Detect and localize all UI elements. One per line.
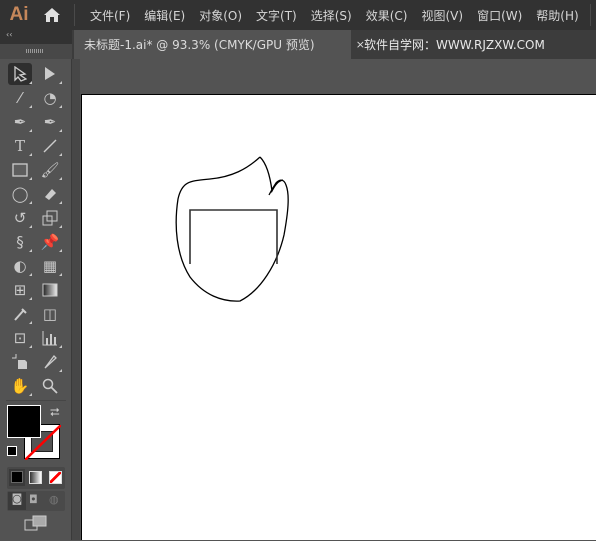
hand-tool[interactable]: ✋: [8, 375, 32, 397]
paintbrush-tool[interactable]: 🖌: [38, 159, 62, 181]
divider: [589, 4, 591, 26]
menu-file[interactable]: 文件(F): [83, 7, 137, 24]
fill-swatch[interactable]: [7, 405, 41, 438]
menu-type[interactable]: 文字(T): [249, 7, 304, 24]
line-icon: [43, 139, 57, 153]
divider: [74, 4, 75, 26]
document-tab-bar: 未标题-1.ai* @ 93.3% (CMYK/GPU 预览) × 软件自学网：…: [72, 30, 596, 59]
magic-wand-icon: ⁄: [18, 89, 22, 107]
menu-window[interactable]: 窗口(W): [470, 7, 529, 24]
lasso-icon: ◔: [43, 89, 57, 107]
pen-tool[interactable]: ✒: [8, 111, 32, 133]
menu-select[interactable]: 选择(S): [304, 7, 359, 24]
toolbar-grip[interactable]: [0, 44, 72, 59]
menu-bar: Ai 文件(F) 编辑(E) 对象(O) 文字(T) 选择(S) 效果(C) 视…: [0, 0, 596, 30]
swap-fill-stroke-icon[interactable]: ⮂: [50, 405, 60, 420]
shaper-tool[interactable]: ◯: [8, 183, 32, 205]
divider: [6, 400, 66, 401]
tab-document[interactable]: 未标题-1.ai* @ 93.3% (CMYK/GPU 预览) ×: [74, 30, 365, 59]
pushpin-icon: 📌: [40, 233, 60, 251]
column-graph-icon: [42, 331, 57, 346]
face-outline[interactable]: [175, 156, 289, 302]
warp-icon: §: [16, 233, 24, 251]
lasso-tool[interactable]: ◔: [38, 87, 62, 109]
direct-selection-arrow-icon: [45, 67, 55, 80]
hair-bracket[interactable]: [189, 209, 278, 264]
screen-mode-icon: [24, 515, 47, 531]
perspective-grid-icon: ▦: [42, 257, 58, 275]
default-fill-stroke-icon[interactable]: [7, 446, 17, 456]
blend-tool[interactable]: ◫: [38, 303, 62, 325]
column-graph-tool[interactable]: [38, 327, 62, 349]
scale-tool[interactable]: [38, 207, 62, 229]
home-button[interactable]: [38, 0, 66, 30]
eyedropper-icon: [14, 308, 27, 321]
blend-icon: ◫: [42, 305, 58, 323]
perspective-grid-tool[interactable]: ▦: [38, 255, 62, 277]
menu-view[interactable]: 视图(V): [414, 7, 470, 24]
mesh-tool[interactable]: ⊞: [8, 279, 32, 301]
direct-selection-tool[interactable]: [38, 63, 62, 85]
menu-edit[interactable]: 编辑(E): [137, 7, 192, 24]
zoom-tool[interactable]: [38, 375, 62, 397]
none-mode-button[interactable]: [49, 471, 62, 484]
draw-normal-button[interactable]: ◙: [8, 492, 26, 510]
grip-handle[interactable]: [26, 49, 44, 53]
curvature-pen-icon: ✒: [43, 113, 57, 131]
artboard-icon: [12, 354, 27, 369]
gradient-tool[interactable]: [38, 279, 62, 301]
gradient-mode-button[interactable]: [29, 471, 42, 484]
tab-watermark-label: 软件自学网：WWW.RJZXW.COM: [364, 38, 545, 52]
shape-builder-icon: ◐: [13, 257, 27, 275]
pen-icon: ✒: [13, 113, 27, 131]
artboard[interactable]: [81, 94, 596, 540]
scale-icon: [42, 210, 58, 226]
drawing: [164, 156, 290, 306]
change-screen-mode-button[interactable]: [24, 515, 48, 535]
rectangle-tool[interactable]: [8, 159, 32, 181]
type-icon: T: [14, 137, 25, 155]
tools-panel: ⁄ ◔ ✒ ✒ T 🖌 ◯ ↺ § 📌 ◐ ▦ ⊞ ◫ ⊡ ✋ ⮂ ◙ ◘ ◍: [0, 59, 72, 540]
draw-inside-button[interactable]: ◍: [49, 493, 59, 506]
slice-tool[interactable]: [38, 351, 62, 373]
tab-document-label: 未标题-1.ai* @ 93.3% (CMYK/GPU 预览): [84, 38, 315, 52]
mesh-icon: ⊞: [13, 281, 27, 299]
symbol-sprayer-icon: ⊡: [13, 329, 27, 347]
menu-object[interactable]: 对象(O): [192, 7, 249, 24]
eraser-tool[interactable]: [38, 183, 62, 205]
magnifier-icon: [42, 378, 58, 394]
menu-effect[interactable]: 效果(C): [359, 7, 415, 24]
rotate-tool[interactable]: ↺: [8, 207, 32, 229]
draw-behind-button[interactable]: ◘: [29, 493, 38, 506]
line-segment-tool[interactable]: [38, 135, 62, 157]
head-outline-path[interactable]: [164, 157, 290, 306]
slice-icon: [44, 355, 57, 369]
panel-border: [72, 30, 80, 540]
color-icon: [11, 471, 23, 483]
selection-tool[interactable]: [8, 63, 32, 85]
artboard-tool[interactable]: [8, 351, 32, 373]
shape-builder-tool[interactable]: ◐: [8, 255, 32, 277]
eraser-icon: [45, 189, 56, 200]
type-tool[interactable]: T: [8, 135, 32, 157]
toolbar-collapse-button[interactable]: ‹‹: [0, 30, 72, 44]
color-mode-button[interactable]: [9, 469, 25, 486]
rotate-icon: ↺: [13, 209, 27, 227]
eyedropper-tool[interactable]: [8, 303, 32, 325]
menu-help[interactable]: 帮助(H): [529, 7, 585, 24]
selection-arrow-icon: [14, 66, 27, 82]
tab-watermark[interactable]: 软件自学网：WWW.RJZXW.COM: [364, 30, 545, 59]
shaper-icon: ◯: [11, 185, 29, 203]
puppet-warp-tool[interactable]: 📌: [38, 231, 62, 253]
warp-tool[interactable]: §: [8, 231, 32, 253]
hand-icon: ✋: [10, 377, 30, 395]
gradient-icon: [42, 283, 58, 297]
magic-wand-tool[interactable]: ⁄: [8, 87, 32, 109]
curvature-tool[interactable]: ✒: [38, 111, 62, 133]
app-logo: Ai: [9, 4, 29, 25]
symbol-sprayer-tool[interactable]: ⊡: [8, 327, 32, 349]
paintbrush-icon: 🖌: [40, 161, 60, 179]
rectangle-icon: [12, 163, 28, 177]
home-icon: [44, 8, 60, 22]
